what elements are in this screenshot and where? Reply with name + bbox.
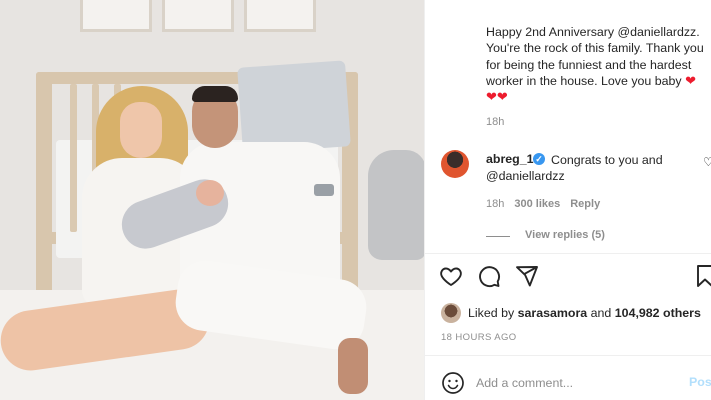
person-man-feet: [338, 338, 368, 394]
person-man-hair: [192, 86, 238, 102]
liked-by-prefix: Liked by: [468, 306, 515, 320]
commenter-avatar[interactable]: [441, 150, 469, 178]
post-actions: [439, 264, 539, 288]
reply-button[interactable]: Reply: [570, 198, 600, 210]
caption-timestamp[interactable]: 18h: [486, 116, 504, 128]
view-replies-button[interactable]: View replies (5): [525, 229, 605, 241]
heart-emoji-icon: ❤: [685, 72, 696, 88]
person-woman-face: [120, 102, 162, 158]
liked-by-and: and: [590, 306, 612, 320]
add-comment-input[interactable]: [476, 372, 676, 394]
post-caption: Happy 2nd Anniversary @daniellardzz. You…: [486, 24, 711, 105]
view-replies-line: [486, 236, 510, 237]
liked-by: Liked by sarasamora and 104,982 others: [441, 303, 701, 323]
liker-username[interactable]: sarasamora: [518, 306, 588, 320]
likes-count[interactable]: 104,982 others: [615, 306, 701, 320]
liker-avatar[interactable]: [441, 303, 461, 323]
wall-frame: [162, 0, 234, 32]
comment-meta: 18h 300 likes Reply: [486, 198, 600, 210]
caption-line: You're the rock of this family. Thank yo…: [486, 41, 704, 56]
baby-head: [196, 180, 224, 206]
post-photo[interactable]: [0, 0, 424, 400]
divider: [425, 355, 711, 356]
divider: [425, 253, 711, 254]
commenter-username[interactable]: abreg_1: [486, 152, 534, 166]
emoji-icon[interactable]: [441, 371, 465, 395]
heart-emoji-icon: ❤: [496, 89, 508, 105]
caption-line: for being the funniest and the hardest: [486, 57, 692, 72]
comment-icon[interactable]: [477, 264, 501, 288]
comment-likes[interactable]: 300 likes: [514, 198, 560, 210]
plush-toy: [368, 150, 424, 260]
wall-frame: [244, 0, 316, 32]
heart-emoji-icon: ❤: [486, 89, 497, 105]
caption-line: Happy 2nd Anniversary @daniellardzz.: [486, 25, 700, 39]
comment-time[interactable]: 18h: [486, 198, 504, 210]
verified-badge-icon: ✓: [533, 153, 545, 165]
bookmark-icon[interactable]: [695, 264, 711, 288]
post-comment-button[interactable]: Post: [689, 375, 711, 389]
wall-frame: [80, 0, 152, 32]
crib-blanket: [237, 60, 351, 154]
wristwatch: [314, 184, 334, 196]
post-sidebar: Happy 2nd Anniversary @daniellardzz. You…: [424, 0, 711, 400]
share-icon[interactable]: [515, 264, 539, 288]
heart-icon[interactable]: [439, 264, 463, 288]
mention-link[interactable]: @daniellardzz: [486, 168, 565, 184]
post-time-ago[interactable]: 18 HOURS AGO: [441, 332, 517, 343]
caption-line: worker in the house. Love you baby ❤: [486, 72, 696, 88]
comment-like-heart-icon[interactable]: ♡: [703, 156, 711, 168]
caption-hearts: ❤❤: [486, 89, 711, 105]
